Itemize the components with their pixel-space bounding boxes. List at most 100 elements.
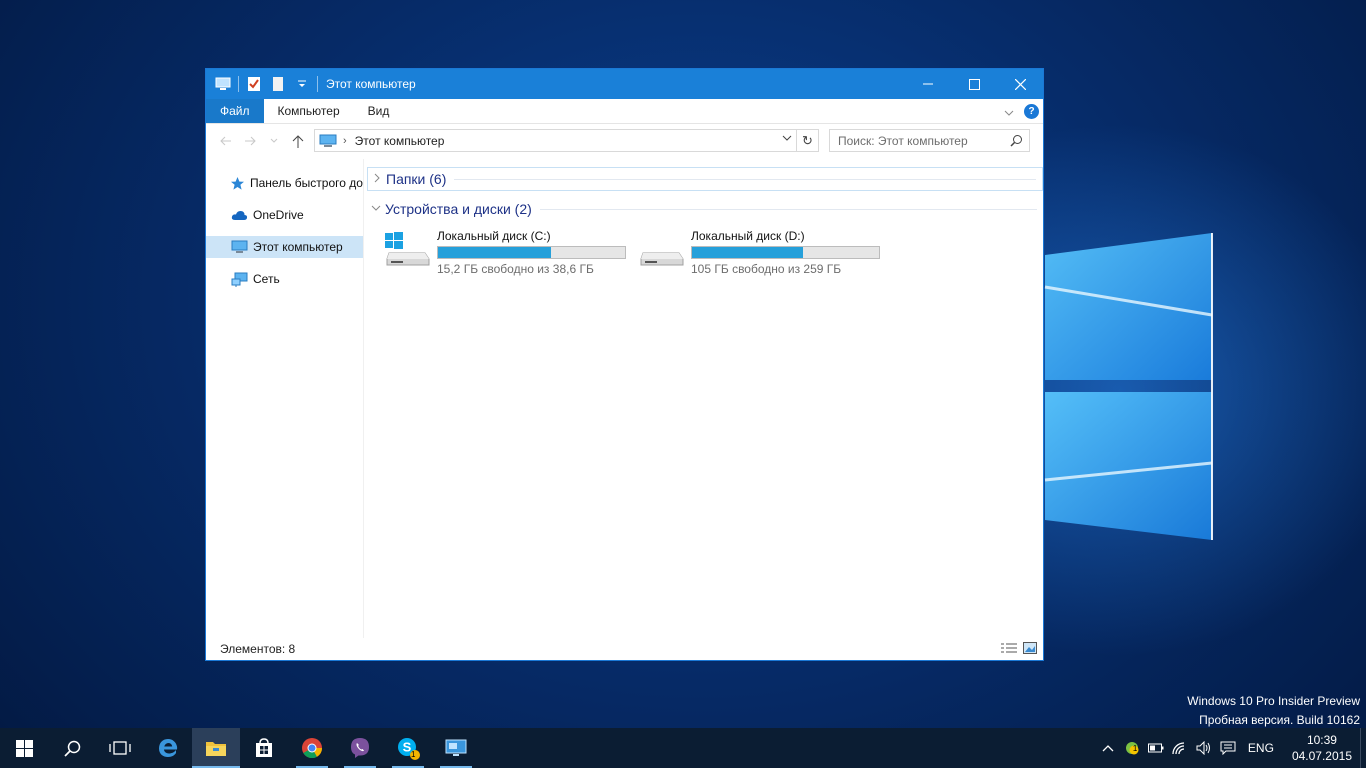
file-explorer-app-icon[interactable] <box>192 728 240 768</box>
tab-computer[interactable]: Компьютер <box>264 99 354 123</box>
new-folder-icon[interactable] <box>269 75 287 93</box>
search-button[interactable] <box>48 728 96 768</box>
tab-file[interactable]: Файл <box>206 99 264 123</box>
close-button[interactable] <box>997 69 1043 99</box>
skype-badge: 1 <box>411 750 416 759</box>
volume-icon[interactable] <box>1192 728 1216 768</box>
skype-app-icon[interactable]: S 1 <box>384 728 432 768</box>
view-buttons <box>1001 642 1037 657</box>
items-count: Элементов: 8 <box>220 642 296 656</box>
windows-logo-wallpaper <box>1044 233 1213 540</box>
chrome-app-icon[interactable] <box>288 728 336 768</box>
tray-badge: 1 <box>1132 744 1138 753</box>
star-icon <box>230 175 245 191</box>
window-title: Этот компьютер <box>326 77 416 91</box>
nav-item-quick-access[interactable]: Панель быстрого доступа <box>206 167 363 199</box>
nav-item-label: OneDrive <box>253 208 304 222</box>
properties-icon[interactable] <box>245 75 263 93</box>
maximize-button[interactable] <box>951 69 997 99</box>
action-center-icon[interactable] <box>1216 728 1240 768</box>
search-placeholder: Поиск: Этот компьютер <box>838 133 968 148</box>
remote-desktop-app-icon[interactable] <box>432 728 480 768</box>
show-hidden-icons-icon[interactable] <box>1096 728 1120 768</box>
title-bar[interactable]: Этот компьютер <box>206 69 1043 99</box>
chevron-down-icon[interactable] <box>367 204 385 215</box>
search-box[interactable]: Поиск: Этот компьютер <box>829 129 1030 152</box>
cloud-icon <box>230 207 248 223</box>
search-icon <box>1010 135 1022 147</box>
drive-free-space: 105 ГБ свободно из 259 ГБ <box>691 262 842 276</box>
details-view-icon[interactable] <box>1001 642 1017 657</box>
up-button[interactable] <box>286 129 310 153</box>
drive-info: Локальный диск (C:) 15,2 ГБ свободно из … <box>437 229 626 277</box>
expand-ribbon-icon[interactable] <box>1004 105 1014 119</box>
panes: Панель быстрого доступа OneDrive Этот ко… <box>206 159 1043 638</box>
edge-app-icon[interactable] <box>144 728 192 768</box>
store-app-icon[interactable] <box>240 728 288 768</box>
desktop-watermark: Windows 10 Pro Insider Preview Пробная в… <box>1187 692 1360 730</box>
taskbar: S 1 1 ENG 10:39 04.07.2015 <box>0 728 1366 768</box>
start-button[interactable] <box>0 728 48 768</box>
drive-usage-fill <box>692 247 804 258</box>
content-area: Папки (6) Устройства и диски (2) Локальн… <box>364 159 1043 638</box>
group-label: Устройства и диски (2) <box>385 201 532 217</box>
task-view-button[interactable] <box>96 728 144 768</box>
drive-name: Локальный диск (D:) <box>691 229 805 243</box>
group-header-devices[interactable]: Устройства и диски (2) <box>367 197 1043 221</box>
nav-item-label: Этот компьютер <box>253 240 343 254</box>
nav-item-this-pc[interactable]: Этот компьютер <box>206 236 363 258</box>
status-bar: Элементов: 8 <box>206 638 1043 660</box>
drive-usage-bar <box>691 246 880 259</box>
nav-item-label: Панель быстрого доступа <box>250 176 363 190</box>
back-button[interactable] <box>214 129 238 153</box>
drive-c[interactable]: Локальный диск (C:) 15,2 ГБ свободно из … <box>385 229 639 277</box>
caption-buttons <box>905 69 1043 99</box>
viber-app-icon[interactable] <box>336 728 384 768</box>
refresh-icon[interactable]: ↻ <box>796 130 818 151</box>
chevron-right-icon[interactable] <box>368 173 386 186</box>
navigation-bar: › Этот компьютер ↻ Поиск: Этот компьютер <box>206 124 1043 158</box>
minimize-button[interactable] <box>905 69 951 99</box>
watermark-edition: Windows 10 Pro Insider Preview <box>1187 694 1360 708</box>
nav-item-onedrive[interactable]: OneDrive <box>206 199 363 231</box>
network-icon <box>230 271 248 287</box>
clock-time: 10:39 <box>1306 733 1337 747</box>
toolbar-separator <box>238 76 239 92</box>
hard-drive-icon <box>639 229 689 273</box>
tab-view[interactable]: Вид <box>354 99 404 123</box>
security-shield-icon[interactable]: 1 <box>1120 728 1144 768</box>
group-label: Папки (6) <box>386 171 447 187</box>
ribbon-controls: ? <box>1004 99 1039 124</box>
battery-icon[interactable] <box>1144 728 1168 768</box>
toolbar-separator <box>317 76 318 92</box>
recent-locations-icon[interactable] <box>262 129 286 153</box>
address-bar[interactable]: › Этот компьютер ↻ <box>314 129 819 152</box>
navigation-pane: Панель быстрого доступа OneDrive Этот ко… <box>206 159 364 638</box>
clock[interactable]: 10:39 04.07.2015 <box>1284 732 1360 764</box>
group-header-folders[interactable]: Папки (6) <box>367 167 1043 191</box>
show-desktop-button[interactable] <box>1360 728 1366 768</box>
computer-icon[interactable] <box>214 75 232 93</box>
clock-date: 04.07.2015 <box>1291 749 1352 763</box>
drive-d[interactable]: Локальный диск (D:) 105 ГБ свободно из 2… <box>639 229 893 277</box>
breadcrumb-separator-icon[interactable]: › <box>343 135 347 147</box>
computer-icon <box>230 239 248 255</box>
drive-free-space: 15,2 ГБ свободно из 38,6 ГБ <box>437 262 594 276</box>
forward-button[interactable] <box>238 129 262 153</box>
customize-toolbar-icon[interactable] <box>293 75 311 93</box>
large-icons-view-icon[interactable] <box>1023 642 1037 657</box>
drive-usage-bar <box>437 246 626 259</box>
drive-name: Локальный диск (C:) <box>437 229 551 243</box>
drives-list: Локальный диск (C:) 15,2 ГБ свободно из … <box>385 229 1043 277</box>
input-language[interactable]: ENG <box>1240 741 1284 755</box>
group-divider <box>539 208 1037 210</box>
file-explorer-window: Этот компьютер Файл Компьютер Вид ? › Эт… <box>205 68 1044 661</box>
drive-usage-fill <box>438 247 552 258</box>
address-dropdown-icon[interactable] <box>782 133 792 144</box>
computer-icon <box>319 134 337 147</box>
breadcrumb-current[interactable]: Этот компьютер <box>355 134 445 148</box>
windows-drive-icon <box>385 229 435 273</box>
help-icon[interactable]: ? <box>1024 104 1039 119</box>
nav-item-network[interactable]: Сеть <box>206 263 363 295</box>
wifi-icon[interactable] <box>1168 728 1192 768</box>
